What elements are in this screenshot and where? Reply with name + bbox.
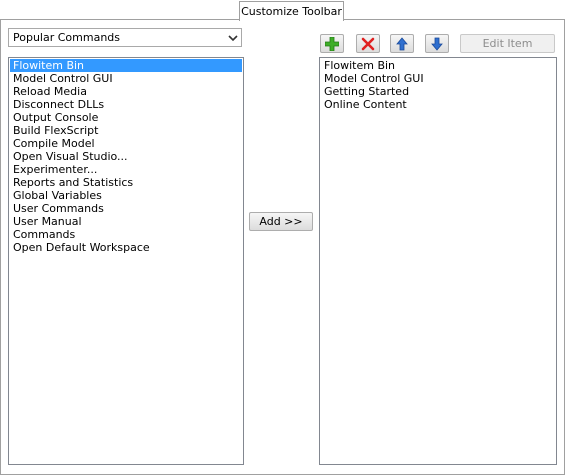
chevron-down-icon <box>228 35 238 42</box>
list-item[interactable]: Getting Started <box>321 85 555 98</box>
list-item[interactable]: Open Visual Studio... <box>10 150 242 163</box>
tab-label: Customize Toolbar <box>241 5 342 18</box>
toolbar-items-list[interactable]: Flowitem Bin Model Control GUI Getting Sta… <box>319 57 557 465</box>
add-button[interactable]: Add >> <box>249 212 313 231</box>
move-up-button[interactable] <box>390 34 414 53</box>
list-item[interactable]: Reload Media <box>10 85 242 98</box>
list-item[interactable]: Flowitem Bin <box>321 59 555 72</box>
list-item[interactable]: Open Default Workspace <box>10 241 242 254</box>
x-icon <box>361 37 375 51</box>
edit-item-label: Edit Item <box>482 37 533 50</box>
list-item[interactable]: Flowitem Bin <box>10 59 242 72</box>
list-item[interactable]: Experimenter... <box>10 163 242 176</box>
arrow-up-icon <box>396 37 408 51</box>
plus-icon <box>325 37 339 51</box>
arrow-down-icon <box>431 37 443 51</box>
add-button-label: Add >> <box>259 215 303 228</box>
edit-item-button[interactable]: Edit Item <box>460 34 555 53</box>
list-item[interactable]: Commands <box>10 228 242 241</box>
list-item[interactable]: Disconnect DLLs <box>10 98 242 111</box>
list-item[interactable]: Model Control GUI <box>10 72 242 85</box>
list-item[interactable]: Output Console <box>10 111 242 124</box>
list-item[interactable]: Compile Model <box>10 137 242 150</box>
list-item[interactable]: Build FlexScript <box>10 124 242 137</box>
move-down-button[interactable] <box>425 34 449 53</box>
available-commands-list[interactable]: Flowitem Bin Model Control GUI Reload Medi… <box>8 57 244 465</box>
list-item[interactable]: Model Control GUI <box>321 72 555 85</box>
list-item[interactable]: User Commands <box>10 202 242 215</box>
list-item[interactable]: Reports and Statistics <box>10 176 242 189</box>
dropdown-selected-value: Popular Commands <box>13 31 121 44</box>
command-category-dropdown[interactable]: Popular Commands <box>8 28 242 47</box>
remove-item-button[interactable] <box>356 34 380 53</box>
list-item[interactable]: Online Content <box>321 98 555 111</box>
list-item[interactable]: Global Variables <box>10 189 242 202</box>
tab-customize-toolbar[interactable]: Customize Toolbar <box>239 1 344 21</box>
add-item-button[interactable] <box>320 34 344 53</box>
list-item[interactable]: User Manual <box>10 215 242 228</box>
